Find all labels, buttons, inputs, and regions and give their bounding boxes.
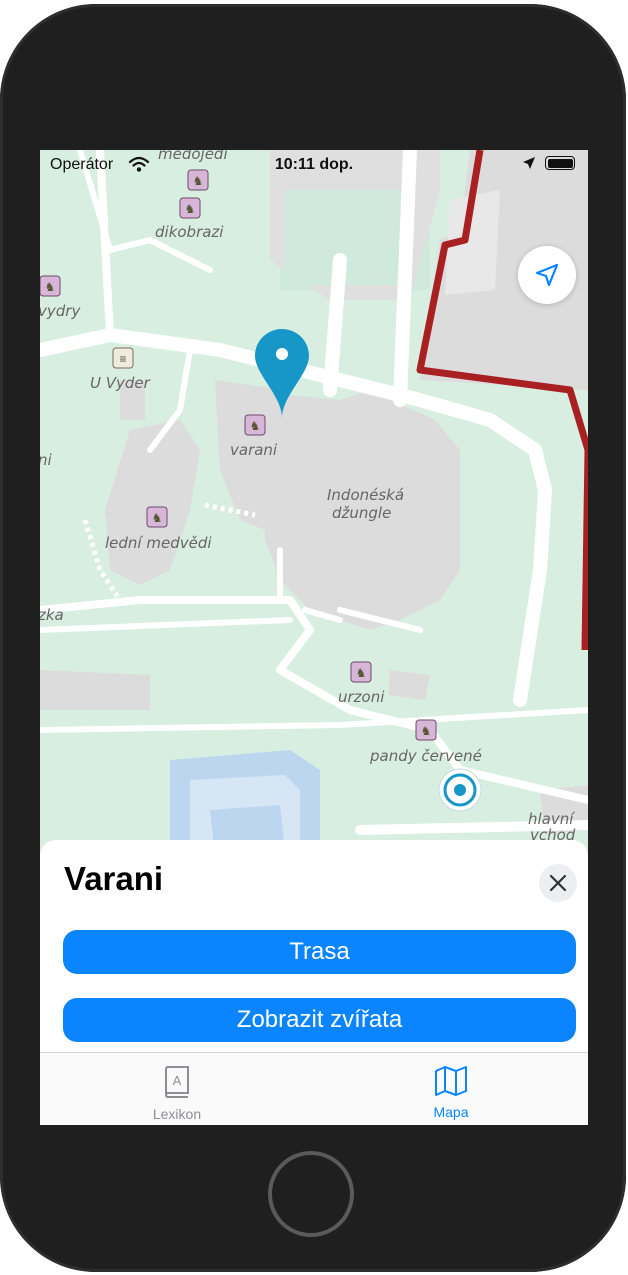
svg-text:A: A [173, 1073, 182, 1088]
status-time: 10:11 dop. [274, 156, 354, 173]
battery-icon [545, 156, 575, 170]
svg-text:≡: ≡ [119, 352, 126, 366]
map-label-indonesian-2: džungle [332, 504, 391, 522]
map-label-pandy: pandy červené [369, 747, 482, 765]
map-label-urzoni: urzoni [338, 688, 385, 706]
svg-text:♞: ♞ [250, 419, 261, 433]
tab-lexikon[interactable]: A Lexikon [117, 1065, 237, 1122]
navigation-arrow-icon [535, 263, 559, 287]
map-label-zka: zka [40, 606, 64, 624]
map-label-indonesian-1: Indonéská [327, 486, 404, 504]
home-button[interactable] [268, 1151, 354, 1237]
place-title: Varani [64, 860, 164, 897]
tab-mapa[interactable]: Mapa [391, 1065, 511, 1120]
location-arrow-icon [523, 157, 535, 169]
svg-text:♞: ♞ [45, 280, 56, 294]
tab-mapa-label: Mapa [433, 1104, 469, 1120]
close-button[interactable] [539, 864, 577, 902]
book-icon: A [164, 1066, 189, 1098]
map-label-varani: varani [230, 441, 278, 459]
map-label-ni: ni [40, 451, 53, 469]
map-label-u-vyder: U Vyder [90, 374, 151, 392]
tab-bar: A Lexikon Mapa [40, 1052, 588, 1125]
tab-lexikon-label: Lexikon [152, 1106, 202, 1122]
map-label-vydry: vydry [40, 302, 81, 320]
map-icon [435, 1066, 467, 1096]
status-bar: Operátor 10:11 dop. [40, 150, 588, 178]
svg-text:♞: ♞ [421, 724, 432, 738]
app-screen: ♞ ♞ ♞ ≡ ♞ ♞ ♞ ♞ medojedi dikobrazi vydry… [40, 150, 588, 1125]
svg-text:♞: ♞ [152, 511, 163, 525]
route-button[interactable]: Trasa [63, 930, 576, 974]
svg-text:♞: ♞ [356, 666, 367, 680]
svg-text:♞: ♞ [185, 202, 196, 216]
close-icon [549, 874, 567, 892]
show-animals-button[interactable]: Zobrazit zvířata [63, 998, 576, 1042]
phone-frame: ♞ ♞ ♞ ≡ ♞ ♞ ♞ ♞ medojedi dikobrazi vydry… [0, 0, 628, 1275]
user-location-icon [438, 768, 482, 812]
map-label-dikobrazi: dikobrazi [155, 223, 224, 241]
map-label-ledni-medvedi: lední medvědi [105, 534, 212, 552]
locate-me-button[interactable] [518, 246, 576, 304]
